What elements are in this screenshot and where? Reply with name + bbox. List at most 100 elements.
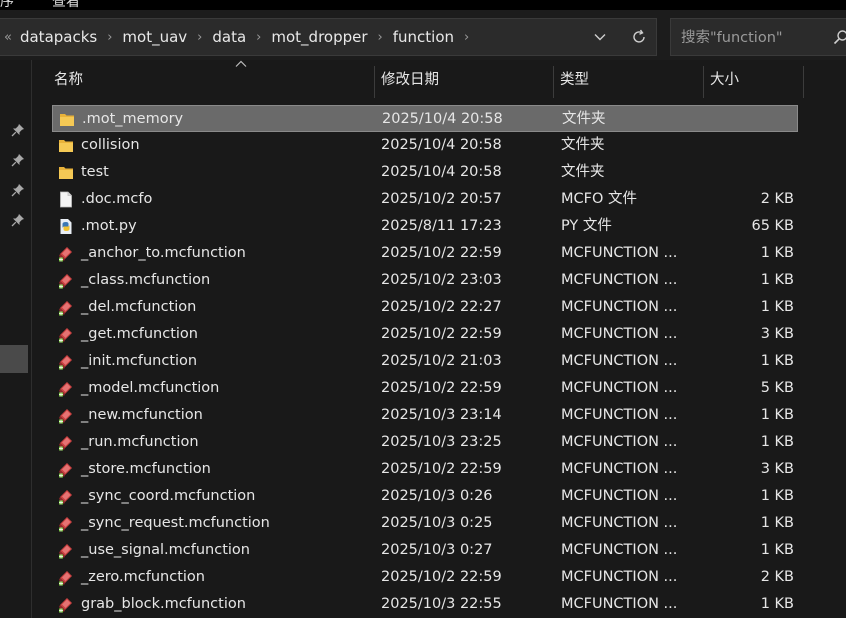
folder-icon [59, 111, 75, 128]
file-name: _store.mcfunction [81, 461, 211, 477]
column-divider[interactable] [553, 66, 554, 98]
file-row[interactable]: _use_signal.mcfunction 2025/10/3 0:27 MCFU… [52, 537, 798, 564]
file-row[interactable]: collision 2025/10/4 20:58 文件夹 [52, 132, 798, 159]
file-type: MCFUNCTION ... [561, 542, 678, 558]
mcfunction-icon [58, 353, 74, 370]
pin-icon[interactable] [11, 123, 25, 137]
mcfunction-icon [58, 407, 74, 424]
file-row[interactable]: _del.mcfunction 2025/10/2 22:27 MCFUNCTION… [52, 294, 798, 321]
file-size: 1 KB [760, 515, 794, 531]
file-type: 文件夹 [562, 111, 606, 127]
file-type: MCFUNCTION ... [561, 515, 678, 531]
column-size[interactable]: 大小 [710, 62, 739, 98]
file-size: 1 KB [760, 245, 794, 261]
mcfunction-icon [58, 596, 74, 613]
file-row[interactable]: _get.mcfunction 2025/10/2 22:59 MCFUNCTION… [52, 321, 798, 348]
pin-icon[interactable] [11, 153, 25, 167]
search-box[interactable] [670, 18, 846, 57]
folder-icon [58, 137, 74, 154]
search-icon[interactable] [833, 29, 846, 49]
breadcrumb-item[interactable]: function [393, 28, 454, 46]
file-row[interactable]: _class.mcfunction 2025/10/2 23:03 MCFUNCTI… [52, 267, 798, 294]
file-row[interactable]: .doc.mcfo 2025/10/2 20:57 MCFO 文件 2 KB [52, 186, 798, 213]
breadcrumb-item[interactable]: mot_uav [122, 28, 187, 46]
file-size: 5 KB [760, 380, 794, 396]
column-name[interactable]: 名称 [54, 62, 83, 98]
column-divider[interactable] [703, 66, 704, 98]
breadcrumb-overflow-icon[interactable]: « [4, 30, 20, 45]
file-row[interactable]: _store.mcfunction 2025/10/2 22:59 MCFUNCTI… [52, 456, 798, 483]
file-type: MCFUNCTION ... [561, 596, 678, 612]
menu-text-view[interactable]: 查看 [52, 0, 80, 10]
file-name: _zero.mcfunction [81, 569, 205, 585]
file-type: MCFUNCTION ... [561, 245, 678, 261]
file-name: _class.mcfunction [81, 272, 211, 288]
file-date-modified: 2025/10/2 22:59 [381, 380, 502, 396]
pin-icon[interactable] [11, 183, 25, 197]
file-name: _run.mcfunction [81, 434, 199, 450]
file-type: MCFUNCTION ... [561, 569, 678, 585]
address-bar[interactable]: « datapacks › mot_uav › data › mot_dropper › fun… [0, 18, 657, 56]
file-row[interactable]: _run.mcfunction 2025/10/3 23:25 MCFUNCTION… [52, 429, 798, 456]
file-type: MCFUNCTION ... [561, 488, 678, 504]
file-size: 3 KB [760, 326, 794, 342]
file-date-modified: 2025/10/2 21:03 [381, 353, 502, 369]
chevron-right-icon[interactable]: › [187, 30, 212, 45]
column-divider[interactable] [803, 66, 804, 98]
file-size: 1 KB [760, 542, 794, 558]
file-row[interactable]: _zero.mcfunction 2025/10/2 22:59 MCFUNCTIO… [52, 564, 798, 591]
mcfunction-icon [58, 515, 74, 532]
python-icon [58, 218, 74, 235]
file-type: MCFUNCTION ... [561, 272, 678, 288]
file-date-modified: 2025/10/3 0:26 [381, 488, 493, 504]
file-date-modified: 2025/10/3 0:27 [381, 542, 493, 558]
file-row[interactable]: _init.mcfunction 2025/10/2 21:03 MCFUNCTIO… [52, 348, 798, 375]
menu-text-left[interactable]: 序 [0, 0, 14, 10]
chevron-right-icon[interactable]: › [246, 30, 271, 45]
file-type: MCFUNCTION ... [561, 299, 678, 315]
file-row[interactable]: test 2025/10/4 20:58 文件夹 [52, 159, 798, 186]
mcfunction-icon [58, 380, 74, 397]
file-date-modified: 2025/10/3 22:55 [381, 596, 502, 612]
pin-icon[interactable] [11, 213, 25, 227]
file-type: MCFO 文件 [561, 191, 637, 207]
file-row[interactable]: .mot_memory 2025/10/4 20:58 文件夹 [52, 105, 798, 132]
mcfunction-icon [58, 299, 74, 316]
file-date-modified: 2025/10/2 22:59 [381, 461, 502, 477]
file-size: 1 KB [760, 353, 794, 369]
file-row[interactable]: _new.mcfunction 2025/10/3 23:14 MCFUNCTION… [52, 402, 798, 429]
folder-icon [58, 164, 74, 181]
document-icon [58, 191, 74, 208]
breadcrumb-item[interactable]: datapacks [20, 28, 97, 46]
file-size: 1 KB [760, 272, 794, 288]
chevron-right-icon[interactable]: › [97, 30, 122, 45]
refresh-icon[interactable] [624, 19, 654, 55]
column-type[interactable]: 类型 [560, 62, 589, 98]
breadcrumb-item[interactable]: mot_dropper [271, 28, 367, 46]
breadcrumb-item[interactable]: data [212, 28, 246, 46]
file-row[interactable]: grab_block.mcfunction 2025/10/3 22:55 MCFU… [52, 591, 798, 618]
mcfunction-icon [58, 461, 74, 478]
address-bar-row: « datapacks › mot_uav › data › mot_dropper › fun… [0, 10, 846, 60]
file-name: _init.mcfunction [81, 353, 198, 369]
file-size: 3 KB [760, 461, 794, 477]
top-menu-strip: 序 查看 [0, 0, 846, 10]
file-row[interactable]: _model.mcfunction 2025/10/2 22:59 MCFUNCTI… [52, 375, 798, 402]
file-row[interactable]: _sync_request.mcfunction 2025/10/3 0:25 MC… [52, 510, 798, 537]
file-date-modified: 2025/10/4 20:58 [381, 137, 502, 153]
file-name: _use_signal.mcfunction [81, 542, 250, 558]
file-date-modified: 2025/10/3 23:14 [381, 407, 502, 423]
column-date[interactable]: 修改日期 [381, 62, 439, 98]
file-size: 1 KB [760, 488, 794, 504]
mcfunction-icon [58, 542, 74, 559]
column-divider[interactable] [374, 66, 375, 98]
file-row[interactable]: _anchor_to.mcfunction 2025/10/2 22:59 MCFU… [52, 240, 798, 267]
chevron-right-icon[interactable]: › [454, 30, 479, 45]
search-input[interactable] [671, 19, 833, 57]
chevron-down-icon[interactable] [585, 19, 615, 55]
file-name: _sync_coord.mcfunction [81, 488, 256, 504]
file-row[interactable]: .mot.py 2025/8/11 17:23 PY 文件 65 KB [52, 213, 798, 240]
chevron-right-icon[interactable]: › [368, 30, 393, 45]
file-row[interactable]: _sync_coord.mcfunction 2025/10/3 0:26 MCFU… [52, 483, 798, 510]
nav-selected-item[interactable] [0, 345, 28, 373]
